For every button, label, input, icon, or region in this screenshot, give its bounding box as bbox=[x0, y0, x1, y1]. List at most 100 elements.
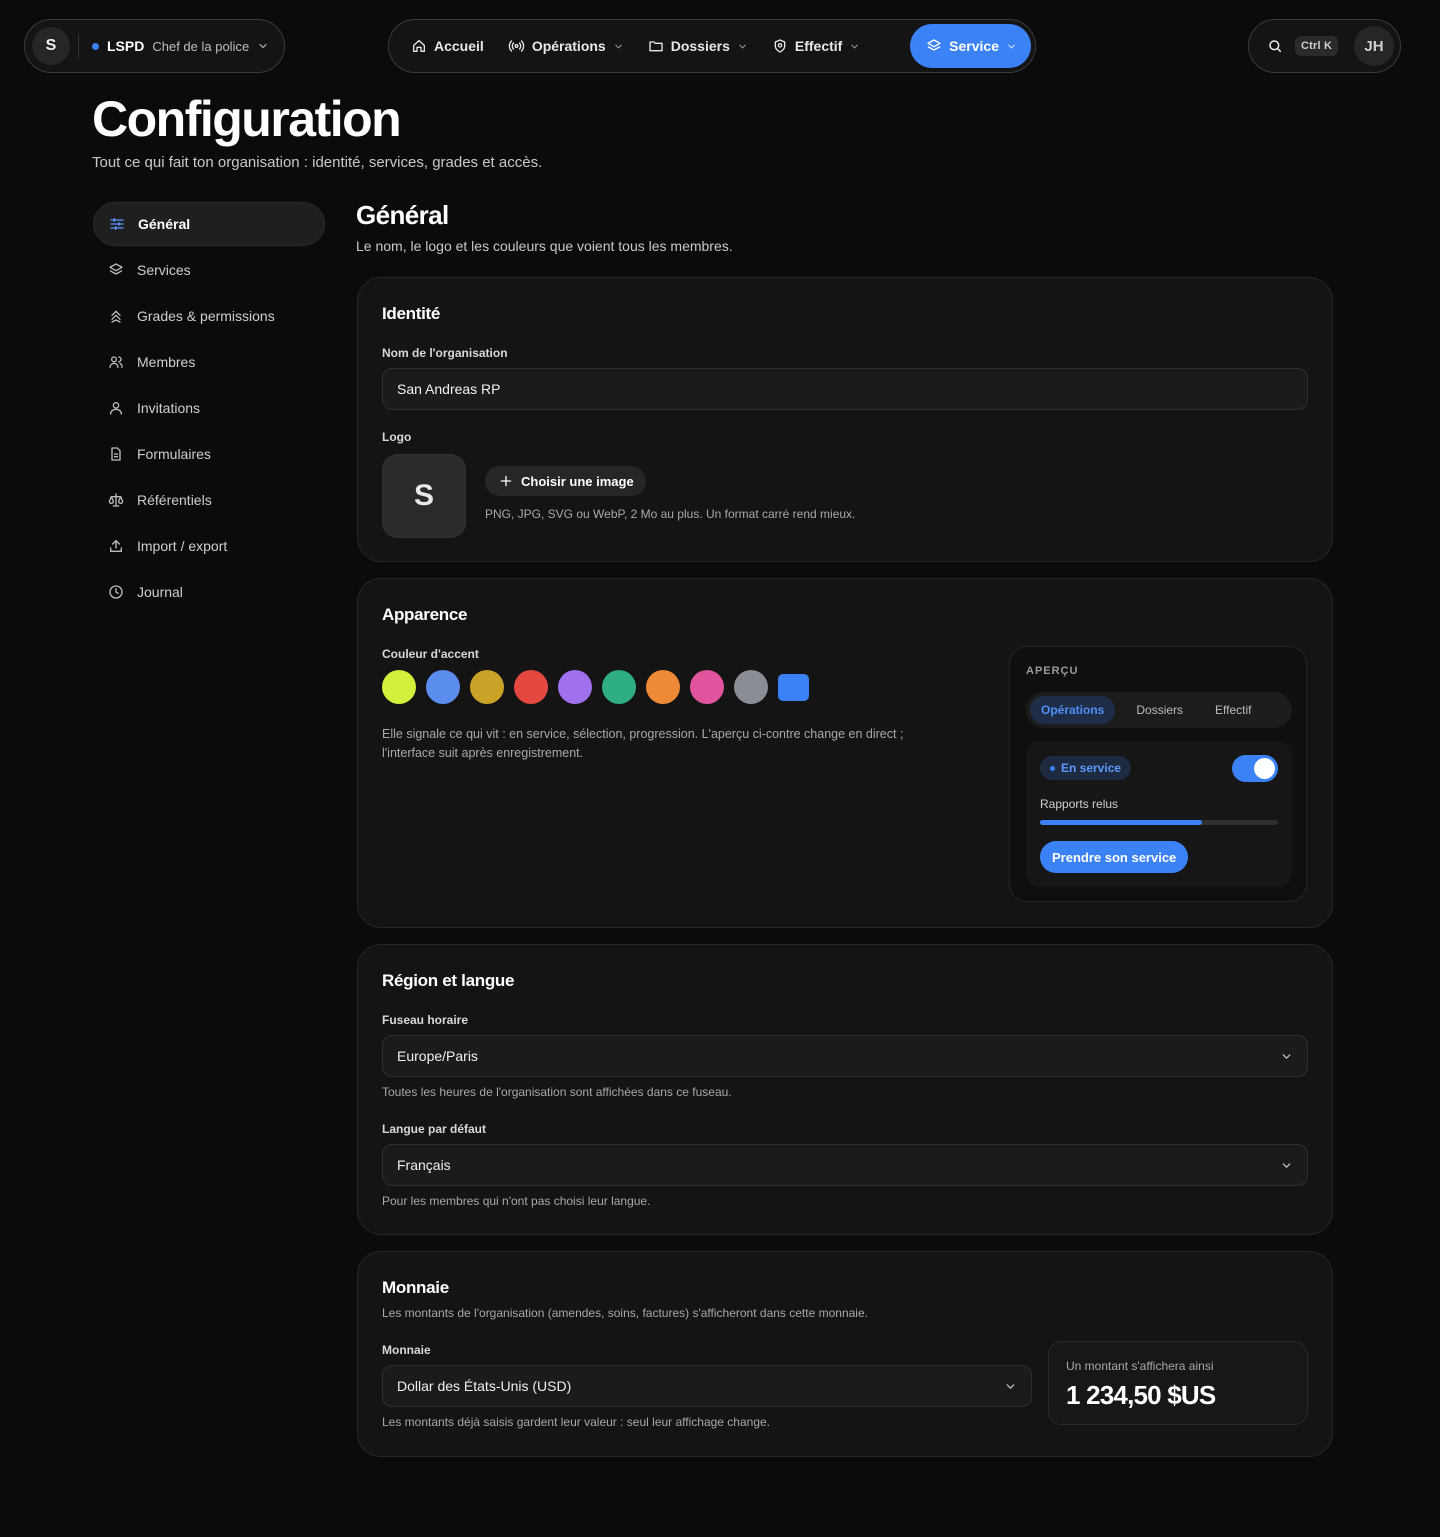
badge-icon bbox=[772, 38, 788, 54]
preview-panel: En service Rapports relus Prendre son se… bbox=[1026, 741, 1292, 887]
button-label: Choisir une image bbox=[521, 473, 634, 489]
preview-tab-effectif[interactable]: Effectif bbox=[1204, 696, 1262, 724]
field-label: Couleur d'accent bbox=[382, 647, 479, 661]
chevron-down-icon bbox=[849, 41, 860, 52]
home-icon bbox=[411, 38, 427, 54]
settings-sidebar: Général Services Grades & permissions Me… bbox=[93, 202, 325, 616]
org-switcher[interactable]: S LSPD Chef de la police bbox=[24, 19, 285, 73]
logo-hint: PNG, JPG, SVG ou WebP, 2 Mo au plus. Un … bbox=[485, 507, 856, 521]
color-swatch[interactable] bbox=[646, 670, 680, 704]
chevron-down-icon bbox=[1280, 1159, 1293, 1172]
scale-icon bbox=[108, 492, 124, 508]
field-label: Fuseau horaire bbox=[382, 1013, 469, 1027]
topbar-actions: Ctrl K JH bbox=[1248, 19, 1401, 73]
color-swatch[interactable] bbox=[558, 670, 592, 704]
field-hint: Les montants déjà saisis gardent leur va… bbox=[382, 1415, 771, 1429]
preview-tab-operations[interactable]: Opérations bbox=[1030, 696, 1116, 724]
sidebar-item-label: Général bbox=[138, 216, 191, 232]
org-name-input[interactable]: San Andreas RP bbox=[382, 368, 1308, 410]
select-value: Europe/Paris bbox=[397, 1048, 478, 1064]
nav-label: Service bbox=[949, 38, 999, 54]
field-label: Nom de l'organisation bbox=[382, 346, 508, 360]
color-swatch[interactable] bbox=[426, 670, 460, 704]
card-title: Région et langue bbox=[382, 971, 515, 990]
nav-item-accueil[interactable]: Accueil bbox=[399, 24, 496, 68]
user-icon bbox=[108, 400, 124, 416]
sidebar-item-journal[interactable]: Journal bbox=[93, 570, 325, 614]
nav-item-effectif[interactable]: Effectif bbox=[760, 24, 872, 68]
appearance-card: Apparence Couleur d'accent Elle signale … bbox=[357, 578, 1333, 928]
sidebar-item-membres[interactable]: Membres bbox=[93, 340, 325, 384]
color-swatch[interactable] bbox=[382, 670, 416, 704]
sidebar-item-label: Invitations bbox=[137, 400, 201, 416]
accent-preview: APERÇU Opérations Dossiers Effectif En s… bbox=[1009, 646, 1307, 902]
page-subtitle: Tout ce qui fait ton organisation : iden… bbox=[92, 154, 543, 171]
currency-preview-label: Un montant s'affichera ainsi bbox=[1066, 1359, 1214, 1373]
sliders-icon bbox=[109, 216, 125, 232]
search-shortcut[interactable]: Ctrl K bbox=[1295, 36, 1339, 56]
sidebar-item-formulaires[interactable]: Formulaires bbox=[93, 432, 325, 476]
sidebar-item-label: Import / export bbox=[137, 538, 228, 554]
preview-tab-dossiers[interactable]: Dossiers bbox=[1125, 696, 1194, 724]
field-label: Logo bbox=[382, 430, 412, 444]
field-hint: Toutes les heures de l'organisation sont… bbox=[382, 1085, 732, 1099]
org-avatar: S bbox=[32, 27, 70, 65]
chevron-down-icon bbox=[613, 41, 624, 52]
nav-item-dossiers[interactable]: Dossiers bbox=[636, 24, 760, 68]
status-dot bbox=[1050, 765, 1055, 771]
folder-icon bbox=[648, 38, 664, 54]
color-swatch[interactable] bbox=[470, 670, 504, 704]
color-swatch[interactable] bbox=[734, 670, 768, 704]
upload-icon bbox=[108, 538, 124, 554]
nav-label: Effectif bbox=[794, 38, 843, 54]
currency-description: Les montants de l'organisation (amendes,… bbox=[382, 1306, 868, 1320]
select-value: Dollar des États-Unis (USD) bbox=[397, 1378, 572, 1394]
accent-description: Elle signale ce qui vit : en service, sé… bbox=[382, 727, 904, 760]
choose-image-button[interactable]: Choisir une image bbox=[485, 466, 646, 496]
sidebar-item-label: Formulaires bbox=[137, 446, 211, 462]
nav-item-service[interactable]: Service bbox=[910, 24, 1031, 68]
sidebar-item-invitations[interactable]: Invitations bbox=[93, 386, 325, 430]
users-icon bbox=[108, 354, 124, 370]
chevron-down-icon bbox=[257, 40, 269, 52]
currency-select[interactable]: Dollar des États-Unis (USD) bbox=[382, 1365, 1032, 1407]
currency-card: Monnaie Les montants de l'organisation (… bbox=[357, 1251, 1333, 1457]
sidebar-item-import-export[interactable]: Import / export bbox=[93, 524, 325, 568]
clock-icon bbox=[108, 584, 124, 600]
sidebar-item-general[interactable]: Général bbox=[93, 202, 325, 246]
search-icon[interactable] bbox=[1267, 38, 1283, 54]
currency-preview: Un montant s'affichera ainsi 1 234,50 $U… bbox=[1048, 1341, 1308, 1425]
chevrons-up-icon bbox=[108, 308, 124, 324]
chevron-down-icon bbox=[1004, 1380, 1017, 1393]
color-swatch[interactable] bbox=[778, 673, 809, 701]
progress-bar bbox=[1040, 820, 1278, 825]
chevron-down-icon bbox=[1280, 1050, 1293, 1063]
logo-preview: S bbox=[382, 454, 466, 538]
currency-preview-value: 1 234,50 $US bbox=[1066, 1380, 1216, 1410]
nav-label: Accueil bbox=[434, 38, 484, 54]
toggle-knob bbox=[1254, 758, 1275, 779]
field-label: Langue par défaut bbox=[382, 1122, 487, 1136]
user-avatar[interactable]: JH bbox=[1354, 26, 1394, 66]
take-service-button[interactable]: Prendre son service bbox=[1040, 841, 1189, 873]
progress-fill bbox=[1040, 820, 1202, 825]
file-icon bbox=[108, 446, 124, 462]
color-swatch[interactable] bbox=[690, 670, 724, 704]
timezone-select[interactable]: Europe/Paris bbox=[382, 1035, 1308, 1077]
language-select[interactable]: Français bbox=[382, 1144, 1308, 1186]
sidebar-item-referentiels[interactable]: Référentiels bbox=[93, 478, 325, 522]
field-label: Monnaie bbox=[382, 1343, 431, 1357]
nav-item-operations[interactable]: Opérations bbox=[496, 24, 636, 68]
section-subtitle: Le nom, le logo et les couleurs que voie… bbox=[356, 238, 733, 254]
org-status-dot bbox=[92, 42, 99, 50]
card-title: Apparence bbox=[382, 605, 468, 624]
sidebar-item-label: Journal bbox=[137, 584, 183, 600]
service-toggle[interactable] bbox=[1232, 755, 1278, 782]
section-title: Général bbox=[356, 200, 449, 230]
sidebar-item-services[interactable]: Services bbox=[93, 248, 325, 292]
color-swatch[interactable] bbox=[514, 670, 548, 704]
sidebar-item-grades[interactable]: Grades & permissions bbox=[93, 294, 325, 338]
color-swatch[interactable] bbox=[602, 670, 636, 704]
divider bbox=[78, 34, 79, 58]
nav-label: Opérations bbox=[531, 38, 606, 54]
